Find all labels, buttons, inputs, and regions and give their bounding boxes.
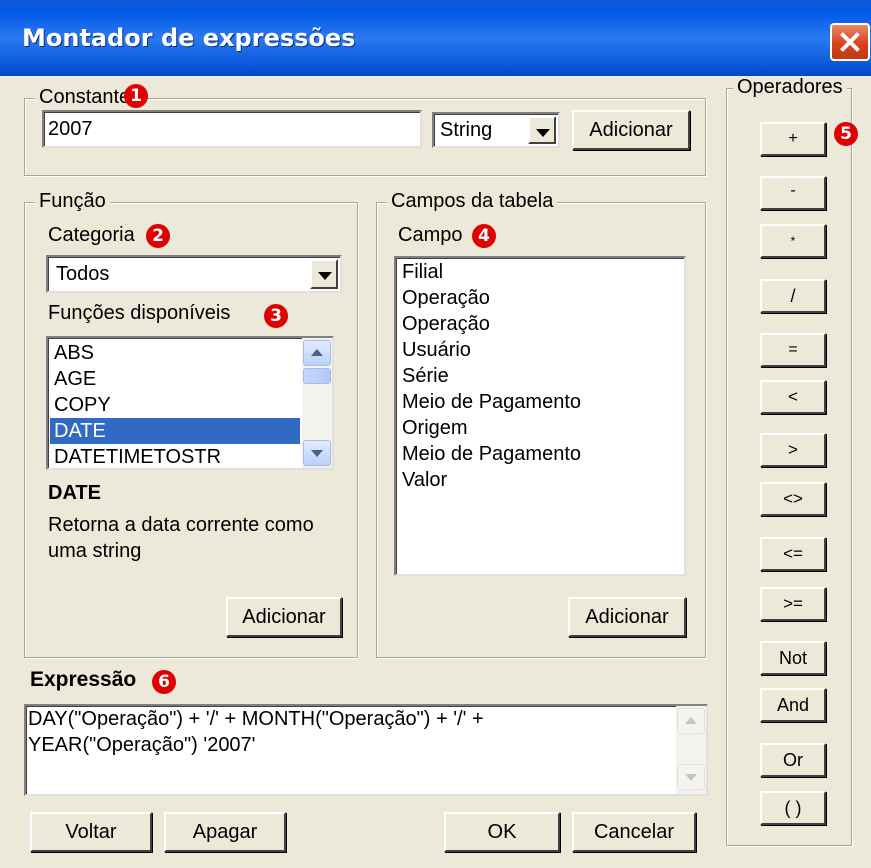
scroll-down-icon[interactable] <box>303 440 331 466</box>
title-bar[interactable]: Montador de expressões <box>0 0 871 76</box>
close-button[interactable] <box>830 23 870 61</box>
operator-greater-equal-button[interactable]: >= <box>760 587 826 621</box>
operator-not-button[interactable]: Not <box>760 641 826 675</box>
campos-list[interactable]: Filial Operação Operação Usuário Série M… <box>394 256 686 576</box>
campo-label: Campo <box>398 224 463 246</box>
categoria-value: Todos <box>56 263 110 285</box>
scroll-down-icon[interactable] <box>677 764 705 790</box>
funcoes-scrollbar[interactable] <box>302 338 332 468</box>
list-item-selected[interactable]: DATE <box>50 418 300 444</box>
categoria-label: Categoria <box>48 224 135 246</box>
operator-minus-button[interactable]: - <box>760 176 826 210</box>
funcoes-list[interactable]: ABS AGE COPY DATE DATETIMETOSTR <box>46 336 334 470</box>
funcoes-label: Funções disponíveis <box>48 302 231 324</box>
ok-button[interactable]: OK <box>444 812 560 852</box>
expressao-scrollbar[interactable] <box>676 706 706 794</box>
list-item[interactable]: Série <box>402 364 449 389</box>
apagar-button[interactable]: Apagar <box>164 812 286 852</box>
list-item[interactable]: Origem <box>402 416 468 441</box>
window-title: Montador de expressões <box>22 24 356 52</box>
operator-less-button[interactable]: < <box>760 380 826 414</box>
scroll-up-icon[interactable] <box>677 708 705 734</box>
constante-type-select[interactable]: String <box>432 112 560 148</box>
list-item[interactable]: Operação <box>402 312 490 337</box>
list-item[interactable]: ABS <box>50 340 300 366</box>
expressao-label: Expressão <box>30 668 137 691</box>
voltar-button[interactable]: Voltar <box>30 812 152 852</box>
list-item[interactable]: Usuário <box>402 338 471 363</box>
operator-greater-button[interactable]: > <box>760 433 826 467</box>
campos-group-title: Campos da tabela <box>387 190 558 213</box>
categoria-badge: 2 <box>146 224 170 248</box>
list-item[interactable]: COPY <box>50 392 300 418</box>
funcao-add-button[interactable]: Adicionar <box>226 597 342 637</box>
scroll-up-icon[interactable] <box>303 340 331 366</box>
list-item[interactable]: Operação <box>402 286 490 311</box>
function-description-line2: uma string <box>48 540 142 562</box>
cancelar-button[interactable]: Cancelar <box>572 812 696 852</box>
selected-function-name: DATE <box>48 482 101 504</box>
operator-or-button[interactable]: Or <box>760 743 826 777</box>
constante-group-title: Constante <box>35 86 135 109</box>
operator-equals-button[interactable]: = <box>760 333 826 367</box>
operator-less-equal-button[interactable]: <= <box>760 537 826 571</box>
expressao-line2: YEAR("Operação") '2007' <box>28 734 256 756</box>
constante-badge: 1 <box>124 84 148 108</box>
list-item[interactable]: Meio de Pagamento <box>402 442 581 467</box>
campo-badge: 4 <box>472 224 496 248</box>
operadores-group-title: Operadores <box>733 76 847 99</box>
expressao-line1: DAY("Operação") + '/' + MONTH("Operação"… <box>28 708 484 730</box>
categoria-select[interactable]: Todos <box>46 255 342 293</box>
constante-type-value: String <box>440 119 493 141</box>
operator-multiply-button[interactable]: * <box>760 224 826 258</box>
scroll-thumb[interactable] <box>303 368 331 384</box>
operator-parentheses-button[interactable]: ( ) <box>760 791 826 825</box>
expressao-badge: 6 <box>152 670 176 694</box>
list-item[interactable]: Valor <box>402 468 447 493</box>
funcoes-badge: 3 <box>264 304 288 328</box>
function-description-line1: Retorna a data corrente como <box>48 514 314 536</box>
list-item[interactable]: Filial <box>402 260 443 285</box>
operator-and-button[interactable]: And <box>760 688 826 722</box>
funcao-group-title: Função <box>35 190 110 213</box>
operadores-badge: 5 <box>834 122 858 146</box>
constante-input[interactable] <box>42 110 422 148</box>
list-item[interactable]: DATETIMETOSTR <box>50 444 300 468</box>
campos-add-button[interactable]: Adicionar <box>568 597 686 637</box>
chevron-down-icon[interactable] <box>310 259 338 289</box>
operator-divide-button[interactable]: / <box>760 279 826 313</box>
list-item[interactable]: Meio de Pagamento <box>402 390 581 415</box>
constante-add-button[interactable]: Adicionar <box>572 110 690 150</box>
operator-not-equal-button[interactable]: <> <box>760 482 826 516</box>
chevron-down-icon[interactable] <box>528 116 556 144</box>
expressao-textarea[interactable]: DAY("Operação") + '/' + MONTH("Operação"… <box>24 704 708 796</box>
list-item[interactable]: AGE <box>50 366 300 392</box>
operator-plus-button[interactable]: + <box>760 122 826 156</box>
